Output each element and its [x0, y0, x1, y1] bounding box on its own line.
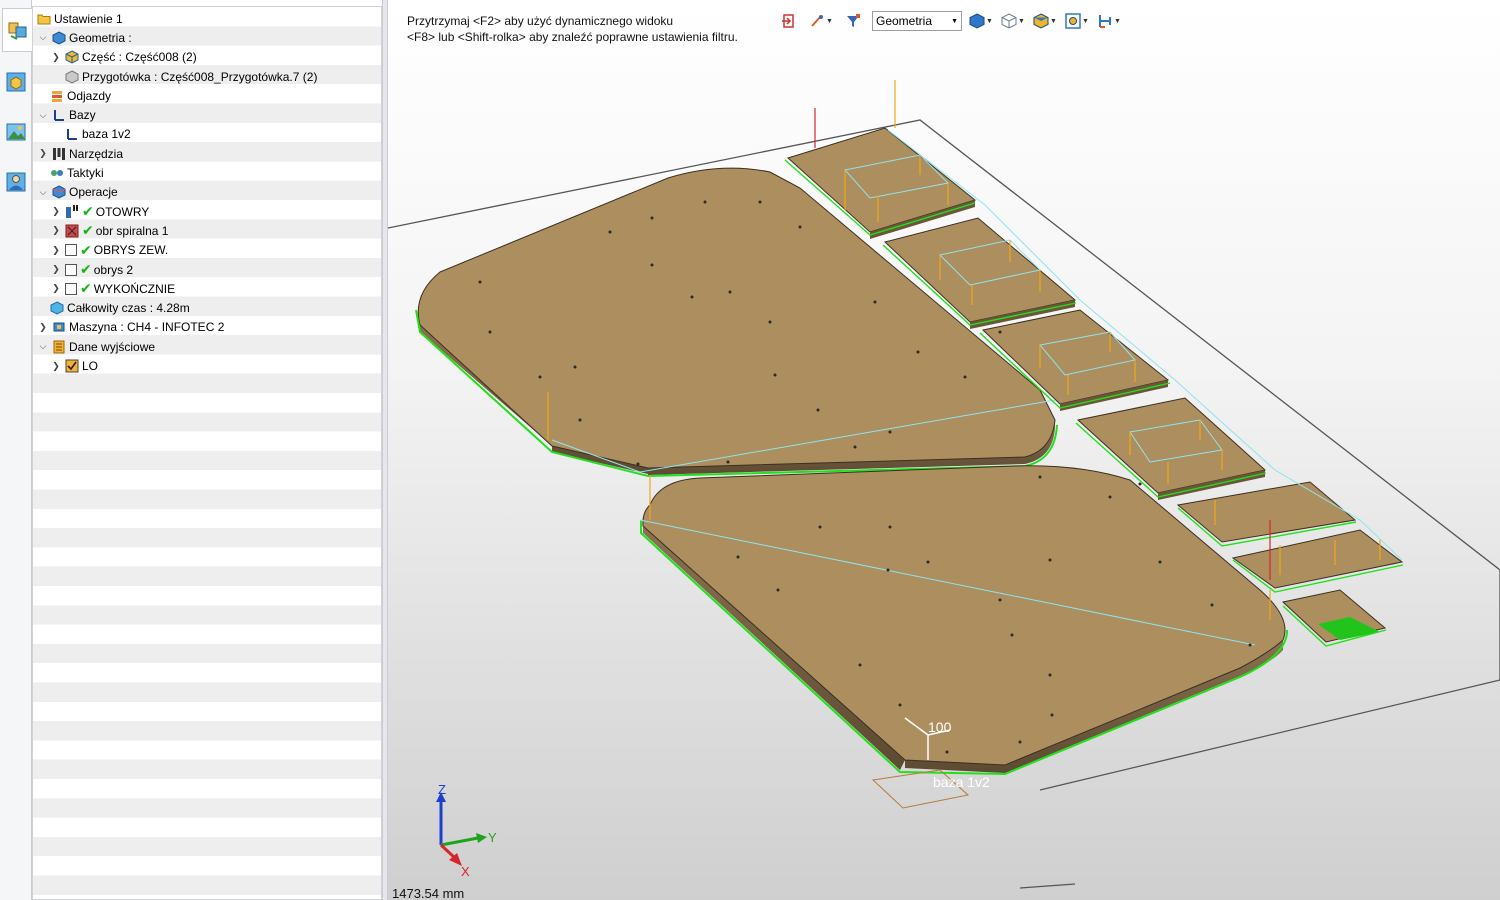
tree-item-przygotowka[interactable]: Przygotówka : Część008_Przygotówka.7 (2) — [65, 67, 413, 86]
base-number-label: 100 — [928, 719, 952, 735]
tree-item-baza[interactable]: baza 1v2 — [65, 125, 413, 144]
tree-item-obrys-2[interactable]: ❯ ✔ obrys 2 — [50, 260, 398, 279]
tree-item-label: WYKOŃCZNIE — [93, 281, 176, 296]
collapse-arrow-icon[interactable]: ⌵ — [37, 341, 49, 353]
tree-item-dane-wyjsciowe[interactable]: ⌵ Dane wyjściowe — [37, 337, 385, 356]
output-data-icon — [52, 340, 66, 354]
tree-item-label: Narzędzia — [69, 146, 124, 161]
tree-item-lo[interactable]: ❯ LO — [50, 356, 398, 375]
status-ok-check-icon: ✔ — [80, 280, 92, 297]
tree-item-maszyna[interactable]: ❯ Maszyna : CH4 - INFOTEC 2 — [37, 318, 385, 337]
part-upper-plate[interactable] — [415, 167, 1058, 478]
expand-arrow-icon[interactable]: ❯ — [50, 283, 62, 295]
cam-scene: 100 baza 1v2 Z Y X — [388, 80, 1500, 889]
base-axes-icon — [65, 127, 79, 141]
measure-readout: 1473.54 mm — [392, 886, 465, 900]
axis-z-label: Z — [438, 782, 446, 797]
axis-triad: Z Y X — [436, 782, 497, 879]
status-ok-check-icon: ✔ — [80, 241, 92, 258]
operation-checkbox[interactable] — [65, 263, 77, 276]
tree-item-otowry[interactable]: ❯ ✔ OTOWRY — [50, 202, 398, 221]
tree-item-label: Dane wyjściowe — [69, 339, 156, 354]
geometry-cube-icon — [52, 31, 66, 45]
tree-item-label: Ustawienie 1 — [54, 11, 123, 26]
tree-item-label: OTOWRY — [95, 204, 150, 219]
tree-item-label: baza 1v2 — [82, 127, 131, 142]
tree-item-czesc[interactable]: ❯ Część : Część008 (2) — [50, 48, 398, 67]
expand-arrow-icon[interactable]: ❯ — [50, 206, 62, 218]
tree-item-label: Operacje — [69, 185, 118, 200]
app-window: Ustawienie 1 ⌵ Geometria : ❯ Część : Czę… — [0, 0, 1500, 900]
tree-item-label: Geometria : — [69, 30, 132, 45]
tree-item-label: Maszyna : CH4 - INFOTEC 2 — [69, 320, 225, 335]
folder-icon — [37, 12, 51, 26]
tree-item-label: obr spiralna 1 — [95, 223, 169, 238]
status-ok-check-icon: ✔ — [82, 222, 94, 239]
tree-item-label: obrys 2 — [93, 262, 134, 277]
machine-icon — [52, 320, 66, 334]
tree-item-obrys-zew[interactable]: ❯ ✔ OBRYS ZEW. — [50, 241, 398, 260]
operations-cube-icon — [52, 185, 66, 199]
part-view-icon[interactable] — [2, 60, 30, 104]
user-icon[interactable] — [2, 160, 30, 204]
spiral-operation-icon — [65, 224, 79, 238]
expand-arrow-icon[interactable]: ❯ — [50, 264, 62, 276]
setup-tree-panel: Ustawienie 1 ⌵ Geometria : ❯ Część : Czę… — [32, 6, 382, 900]
time-icon — [50, 301, 64, 315]
operation-checkbox[interactable] — [65, 244, 77, 257]
tree-item-wykonczenie[interactable]: ❯ ✔ WYKOŃCZNIE — [50, 279, 398, 298]
tree-item-geometria[interactable]: ⌵ Geometria : — [37, 28, 385, 47]
tree-item-odjazdy[interactable]: Odjazdy — [50, 86, 398, 105]
left-icon-rail — [0, 0, 32, 900]
base-axes-icon — [52, 108, 66, 122]
image-view-icon[interactable] — [2, 110, 30, 154]
tree-item-obr-spiralna[interactable]: ❯ ✔ obr spiralna 1 — [50, 221, 398, 240]
3d-viewport[interactable]: Przytrzymaj <F2> aby użyć dynamicznego w… — [388, 0, 1500, 900]
operation-checkbox[interactable] — [65, 282, 77, 295]
tree-item-calkowity-czas[interactable]: Całkowity czas : 4.28m — [50, 299, 398, 318]
collapse-arrow-icon[interactable]: ⌵ — [37, 109, 49, 121]
part-icon — [65, 50, 79, 64]
tree-item-label: LO — [82, 359, 99, 374]
collapse-arrow-icon[interactable]: ⌵ — [37, 186, 49, 198]
tree-item-narzedzia[interactable]: ❯ Narzędzia — [37, 144, 385, 163]
expand-arrow-icon[interactable]: ❯ — [50, 360, 62, 372]
tree-item-label: Przygotówka : Część008_Przygotówka.7 (2) — [82, 69, 318, 84]
retracts-icon — [50, 89, 64, 103]
expand-arrow-icon[interactable]: ❯ — [37, 148, 49, 160]
stock-icon — [65, 69, 79, 84]
tree-item-label: Taktyki — [67, 166, 104, 181]
base-name-label: baza 1v2 — [933, 774, 990, 790]
status-ok-check-icon: ✔ — [80, 261, 92, 278]
setup-tree-tab-icon[interactable] — [2, 8, 32, 52]
tree-item-label: Całkowity czas : 4.28m — [67, 301, 190, 316]
expand-arrow-icon[interactable]: ❯ — [50, 51, 62, 63]
tree-item-label: OBRYS ZEW. — [93, 243, 169, 258]
tree-item-taktyki[interactable]: Taktyki — [50, 163, 398, 182]
tactics-icon — [50, 166, 64, 180]
collapse-arrow-icon[interactable]: ⌵ — [37, 32, 49, 44]
tree-item-label: Bazy — [69, 108, 96, 123]
drill-operation-icon — [65, 204, 79, 219]
tree-item-bazy[interactable]: ⌵ Bazy — [37, 106, 385, 125]
tree-item-label: Odjazdy — [67, 88, 112, 103]
expand-arrow-icon[interactable]: ❯ — [50, 225, 62, 237]
axis-y-label: Y — [488, 830, 497, 845]
expand-arrow-icon[interactable]: ❯ — [37, 321, 49, 333]
status-ok-check-icon: ✔ — [82, 203, 94, 220]
tree-item-operacje[interactable]: ⌵ Operacje — [37, 183, 385, 202]
nc-file-icon — [65, 359, 79, 373]
expand-arrow-icon[interactable]: ❯ — [50, 244, 62, 256]
tree-item-label: Część : Część008 (2) — [82, 50, 197, 65]
axis-x-label: X — [461, 864, 470, 879]
tree-item-ustawienie[interactable]: Ustawienie 1 — [37, 9, 385, 28]
tools-icon — [52, 147, 66, 161]
